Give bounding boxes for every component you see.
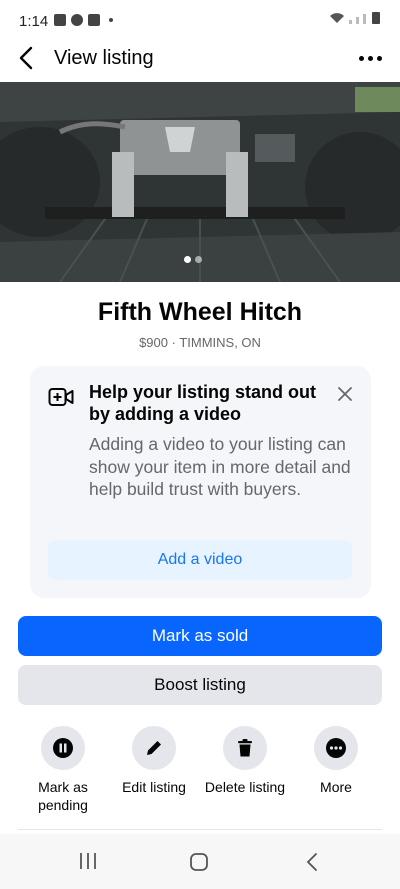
listing-title: Fifth Wheel Hitch (97, 298, 303, 326)
boost-listing-button[interactable]: Boost listing (18, 665, 382, 705)
close-icon[interactable] (336, 385, 354, 403)
action-label: Edit listing (122, 779, 186, 795)
action-label: More (320, 779, 352, 795)
listing-actions: Mark as pending Edit listing Delete list… (0, 726, 400, 826)
promo-heading: Help your listing stand out by adding a … (89, 382, 317, 424)
photo-dot (195, 256, 202, 263)
video-add-icon (48, 388, 74, 406)
wifi-icon (330, 13, 344, 23)
messenger-notification-icon (71, 14, 83, 26)
home-icon[interactable] (189, 852, 209, 872)
gallery-notification-icon (54, 14, 66, 26)
listing-price-location: $900 · TIMMINS, ON (139, 335, 261, 350)
more-horizontal-icon (314, 726, 358, 770)
status-time: 1:14 (19, 13, 49, 30)
more-options-icon[interactable] (356, 47, 384, 69)
notification-icons (54, 14, 113, 26)
signal-bar-icon (363, 14, 366, 24)
gmail-notification-icon (88, 14, 100, 26)
listing-photo[interactable] (0, 82, 400, 282)
page-title: View listing (54, 47, 154, 69)
photo-dot-active (184, 256, 191, 263)
add-video-promo-card: Help your listing stand out by adding a … (30, 366, 371, 598)
system-icons (329, 12, 380, 24)
action-label: Delete listing (204, 779, 286, 795)
hitch-photo-illustration (0, 82, 400, 282)
signal-bar-icon (349, 20, 352, 24)
battery-icon (372, 12, 380, 24)
divider (18, 829, 382, 830)
edit-listing-action[interactable]: Edit listing (109, 726, 199, 796)
pencil-icon (132, 726, 176, 770)
app-header: View listing (0, 36, 400, 82)
mark-as-pending-action[interactable]: Mark as pending (18, 726, 108, 814)
system-nav-bar (0, 834, 400, 889)
recent-apps-icon[interactable] (78, 852, 98, 870)
delete-listing-action[interactable]: Delete listing (200, 726, 290, 796)
more-notifications-dot-icon (109, 18, 113, 22)
more-action[interactable]: More (291, 726, 381, 796)
mark-as-sold-button[interactable]: Mark as sold (18, 616, 382, 656)
add-video-button[interactable]: Add a video (48, 540, 352, 580)
action-label: Mark as pending (38, 779, 88, 813)
trash-icon (223, 726, 267, 770)
promo-body: Adding a video to your listing can show … (89, 434, 351, 499)
photo-pagination (184, 256, 202, 263)
pause-icon (41, 726, 85, 770)
signal-bar-icon (356, 17, 359, 24)
nav-back-icon[interactable] (304, 852, 320, 872)
back-arrow-icon[interactable] (14, 44, 42, 72)
